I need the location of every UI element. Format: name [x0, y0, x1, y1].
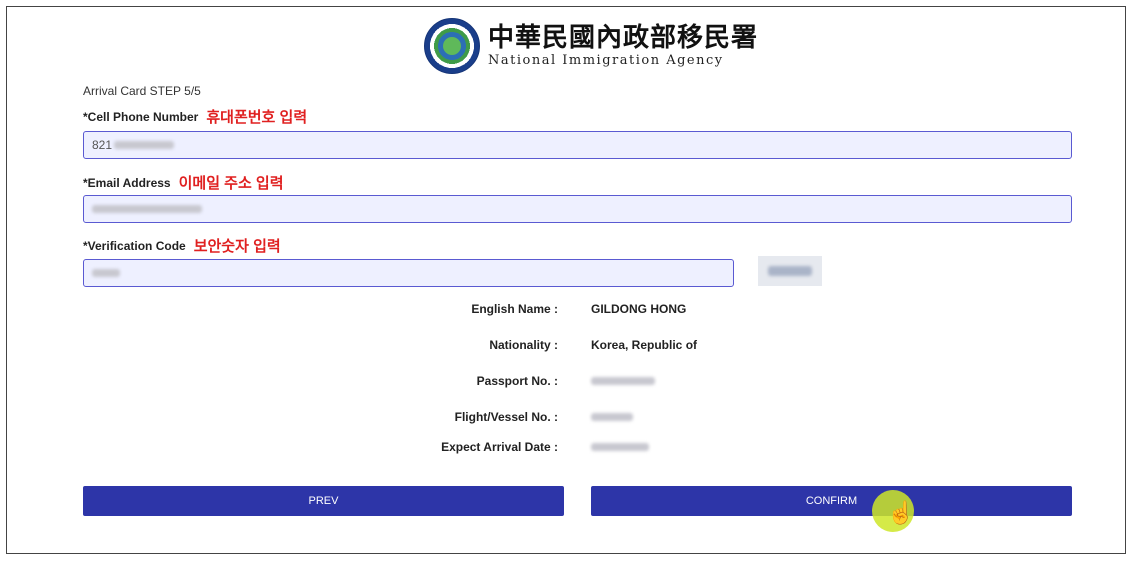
agency-header: 中華民國內政部移民署 National Immigration Agency	[424, 16, 758, 76]
agency-name-en: National Immigration Agency	[488, 53, 724, 68]
hand-pointer-icon: ☝	[887, 500, 915, 525]
passport-value	[591, 374, 655, 388]
agency-name-zh: 中華民國內政部移民署	[488, 23, 759, 53]
verification-label: *Verification Code	[83, 238, 186, 253]
captcha-redacted	[768, 266, 812, 276]
info-row-english-name: English Name : GILDONG HONG	[0, 302, 1134, 322]
email-label-row: *Email Address 이메일 주소 입력	[83, 172, 284, 193]
arrival-date-label: Expect Arrival Date :	[441, 440, 558, 454]
phone-annotation: 휴대폰번호 입력	[206, 109, 308, 126]
phone-input[interactable]: 821	[83, 131, 1072, 159]
step-indicator: Arrival Card STEP 5/5	[83, 84, 201, 98]
verification-redacted	[92, 269, 120, 277]
nationality-label: Nationality :	[489, 338, 558, 352]
confirm-button[interactable]: CONFIRM	[591, 486, 1072, 516]
arrival-date-value	[591, 440, 649, 454]
flight-value	[591, 410, 633, 424]
info-row-flight: Flight/Vessel No. :	[0, 410, 1134, 430]
phone-value: 821	[92, 138, 113, 152]
agency-title: 中華民國內政部移民署 National Immigration Agency	[488, 23, 758, 69]
english-name-label: English Name :	[471, 302, 558, 316]
agency-emblem-icon	[424, 18, 480, 74]
nationality-value: Korea, Republic of	[591, 338, 698, 352]
email-annotation: 이메일 주소 입력	[178, 175, 284, 192]
flight-label: Flight/Vessel No. :	[454, 410, 558, 424]
passport-label: Passport No. :	[476, 374, 558, 388]
verification-label-row: *Verification Code 보안숫자 입력	[83, 235, 281, 256]
info-row-arrival-date: Expect Arrival Date :	[0, 440, 1134, 460]
flight-redacted	[591, 413, 633, 421]
phone-label: *Cell Phone Number	[83, 109, 199, 124]
phone-label-row: *Cell Phone Number 휴대폰번호 입력	[83, 106, 307, 127]
email-redacted	[92, 205, 202, 213]
verification-input[interactable]	[83, 259, 734, 287]
phone-redacted	[114, 141, 175, 149]
arrival-date-redacted	[591, 443, 649, 451]
captcha-image	[758, 256, 822, 286]
english-name-value: GILDONG HONG	[591, 302, 687, 316]
info-row-nationality: Nationality : Korea, Republic of	[0, 338, 1134, 358]
email-label: *Email Address	[83, 175, 171, 190]
email-input[interactable]	[83, 195, 1072, 223]
prev-button[interactable]: PREV	[83, 486, 564, 516]
passport-redacted	[591, 377, 655, 385]
verification-annotation: 보안숫자 입력	[193, 238, 281, 255]
info-row-passport: Passport No. :	[0, 374, 1134, 394]
